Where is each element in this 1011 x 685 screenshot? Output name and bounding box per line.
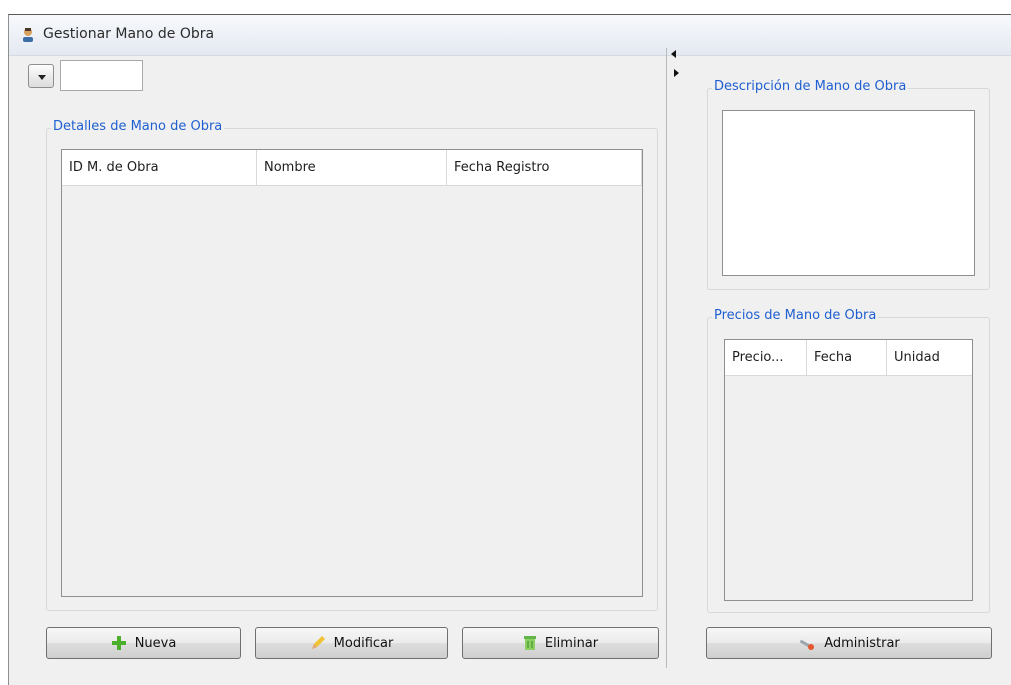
detalles-groupbox: Detalles de Mano de Obra ID M. de Obra N… xyxy=(46,119,658,611)
detalles-table-header: ID M. de Obra Nombre Fecha Registro xyxy=(62,150,642,186)
trash-icon xyxy=(523,636,536,650)
nueva-button[interactable]: Nueva xyxy=(46,627,241,659)
descripcion-textarea[interactable] xyxy=(722,110,975,276)
administrar-button[interactable]: Administrar xyxy=(706,627,992,659)
eliminar-button[interactable]: Eliminar xyxy=(462,627,659,659)
col-header-precio[interactable]: Precio... xyxy=(725,340,807,375)
plus-icon xyxy=(111,636,126,650)
window-title: Gestionar Mano de Obra xyxy=(43,26,215,42)
modificar-button[interactable]: Modificar xyxy=(255,627,448,659)
col-header-id[interactable]: ID M. de Obra xyxy=(62,150,257,185)
col-header-fecha-registro[interactable]: Fecha Registro xyxy=(447,150,642,185)
person-icon xyxy=(23,28,33,42)
pencil-icon xyxy=(311,636,325,649)
descripcion-group-title: Descripción de Mano de Obra xyxy=(712,79,909,94)
splitter-arrow-right-icon[interactable] xyxy=(674,69,679,77)
precios-table[interactable]: Precio... Fecha Unidad xyxy=(724,339,973,601)
precios-groupbox: Precios de Mano de Obra Precio... Fecha … xyxy=(707,308,990,613)
precios-table-header: Precio... Fecha Unidad xyxy=(725,340,972,376)
wrench-icon xyxy=(799,639,815,650)
administrar-button-label: Administrar xyxy=(824,635,900,651)
detalles-table[interactable]: ID M. de Obra Nombre Fecha Registro xyxy=(61,149,643,597)
splitter-arrow-left-icon[interactable] xyxy=(671,50,676,58)
eliminar-button-label: Eliminar xyxy=(544,635,599,651)
col-header-unidad[interactable]: Unidad xyxy=(887,340,972,375)
modificar-button-label: Modificar xyxy=(333,635,394,651)
selector-dropdown-button[interactable] xyxy=(28,64,54,88)
nueva-button-label: Nueva xyxy=(134,635,177,651)
detalles-group-title: Detalles de Mano de Obra xyxy=(51,119,225,134)
col-header-nombre[interactable]: Nombre xyxy=(257,150,447,185)
precios-group-title: Precios de Mano de Obra xyxy=(712,308,879,323)
col-header-fecha[interactable]: Fecha xyxy=(807,340,887,375)
descripcion-groupbox: Descripción de Mano de Obra xyxy=(707,79,990,290)
selector-input[interactable] xyxy=(60,60,143,91)
